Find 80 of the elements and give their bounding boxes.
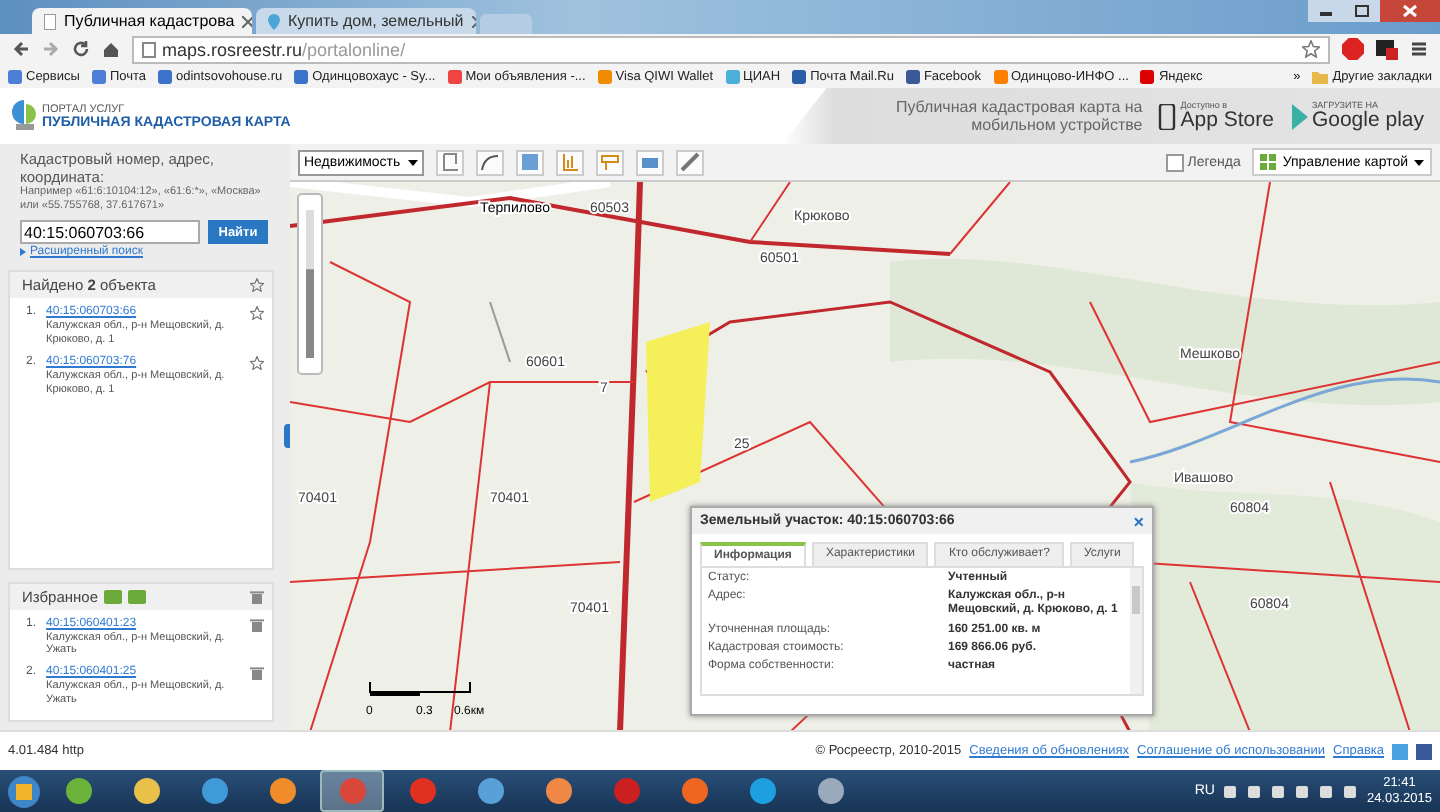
- caret-icon: [408, 159, 419, 165]
- bookmark-icon: [447, 69, 462, 83]
- zoom-slider[interactable]: [306, 210, 314, 358]
- print-icon: [640, 152, 661, 172]
- browser-tab[interactable]: Купить дом, земельный: [256, 8, 476, 34]
- home-icon[interactable]: [102, 40, 120, 58]
- bookmark-icon: [294, 69, 309, 83]
- back-icon[interactable]: [12, 40, 30, 58]
- maximize-icon[interactable]: [1344, 0, 1380, 22]
- address-bar[interactable]: maps.rosreestr.ru/portalonline/: [132, 35, 1330, 63]
- volume-icon[interactable]: [1246, 783, 1263, 799]
- network-icon[interactable]: [1270, 783, 1287, 799]
- star-icon[interactable]: [250, 306, 264, 321]
- map-pin-icon: [268, 13, 280, 29]
- map-tool-button[interactable]: [476, 149, 505, 175]
- bookmark-icon: [905, 69, 920, 83]
- trash-icon[interactable]: [250, 666, 264, 681]
- grid-icon: [1260, 154, 1277, 170]
- app-icon: [65, 778, 91, 804]
- app-icon: [269, 778, 295, 804]
- panel-collapse-handle[interactable]: [284, 424, 290, 448]
- ruler-icon: [480, 152, 501, 172]
- browser-tab[interactable]: Публичная кадастрова: [32, 8, 252, 34]
- start-button-icon[interactable]: [8, 775, 40, 807]
- app-icon: [133, 778, 159, 804]
- app-icon: [477, 778, 503, 804]
- app-icon: [681, 778, 707, 804]
- app-icon: [749, 778, 775, 804]
- scrollbar[interactable]: [1130, 568, 1142, 694]
- close-icon[interactable]: [242, 15, 252, 27]
- folder-icon: [1312, 69, 1329, 83]
- zoom-slider-fill[interactable]: [306, 269, 314, 358]
- bookmark-icon: [725, 69, 740, 83]
- sign-icon: [600, 152, 621, 172]
- scale-bar: [369, 681, 471, 696]
- map-tool-button[interactable]: [676, 149, 705, 175]
- close-icon[interactable]: [1380, 0, 1440, 22]
- bookmark-icon: [597, 69, 612, 83]
- bookmark-icon: [792, 69, 807, 83]
- trash-icon[interactable]: [250, 589, 264, 603]
- close-button[interactable]: ×: [1133, 511, 1144, 531]
- extension-icon[interactable]: [1376, 38, 1398, 60]
- star-icon[interactable]: [250, 278, 264, 293]
- app-icon: [613, 778, 639, 804]
- link-icon: [680, 152, 701, 172]
- phone-icon: [1158, 103, 1177, 129]
- portal-logo-icon: [12, 100, 36, 132]
- page-icon: [142, 41, 156, 57]
- tray-icon[interactable]: [1222, 783, 1239, 799]
- caret-icon: [1414, 159, 1424, 165]
- reload-icon[interactable]: [72, 40, 90, 58]
- app-icon: [545, 778, 571, 804]
- app-icon: [409, 778, 435, 804]
- minimize-icon[interactable]: [1308, 0, 1344, 22]
- legend-checkbox[interactable]: [1165, 153, 1184, 171]
- bookmark-icon: [158, 69, 172, 83]
- search-field[interactable]: 40:15:060703:66: [20, 220, 200, 245]
- trash-icon[interactable]: [250, 617, 264, 631]
- promo-text: Публичная кадастровая карта на мобильном устройстве: [893, 97, 1143, 135]
- map-tool-button[interactable]: [636, 149, 665, 175]
- page-icon: [44, 13, 56, 29]
- bookmark-icon: [91, 69, 106, 83]
- url-text: maps.rosreestr.ru/portalonline/: [162, 39, 406, 59]
- triangle-icon: [20, 248, 26, 257]
- menu-icon[interactable]: [1410, 40, 1428, 58]
- app-icon: [201, 778, 227, 804]
- star-icon[interactable]: [250, 355, 264, 370]
- star-icon[interactable]: [1302, 40, 1320, 58]
- chart-icon: [560, 152, 581, 172]
- info-icon: [520, 152, 541, 172]
- map-tool-button[interactable]: [436, 149, 465, 175]
- app-icon: [339, 778, 365, 804]
- bookmark-icon: [1140, 69, 1155, 83]
- bookmark-icon: [8, 69, 22, 83]
- bookmark-icon: [993, 69, 1007, 83]
- app-icon: [817, 778, 843, 804]
- stop-sign-icon[interactable]: [1342, 38, 1364, 60]
- flag-icon[interactable]: [1342, 783, 1359, 799]
- play-icon: [1289, 103, 1308, 129]
- cursor-icon: [440, 152, 461, 172]
